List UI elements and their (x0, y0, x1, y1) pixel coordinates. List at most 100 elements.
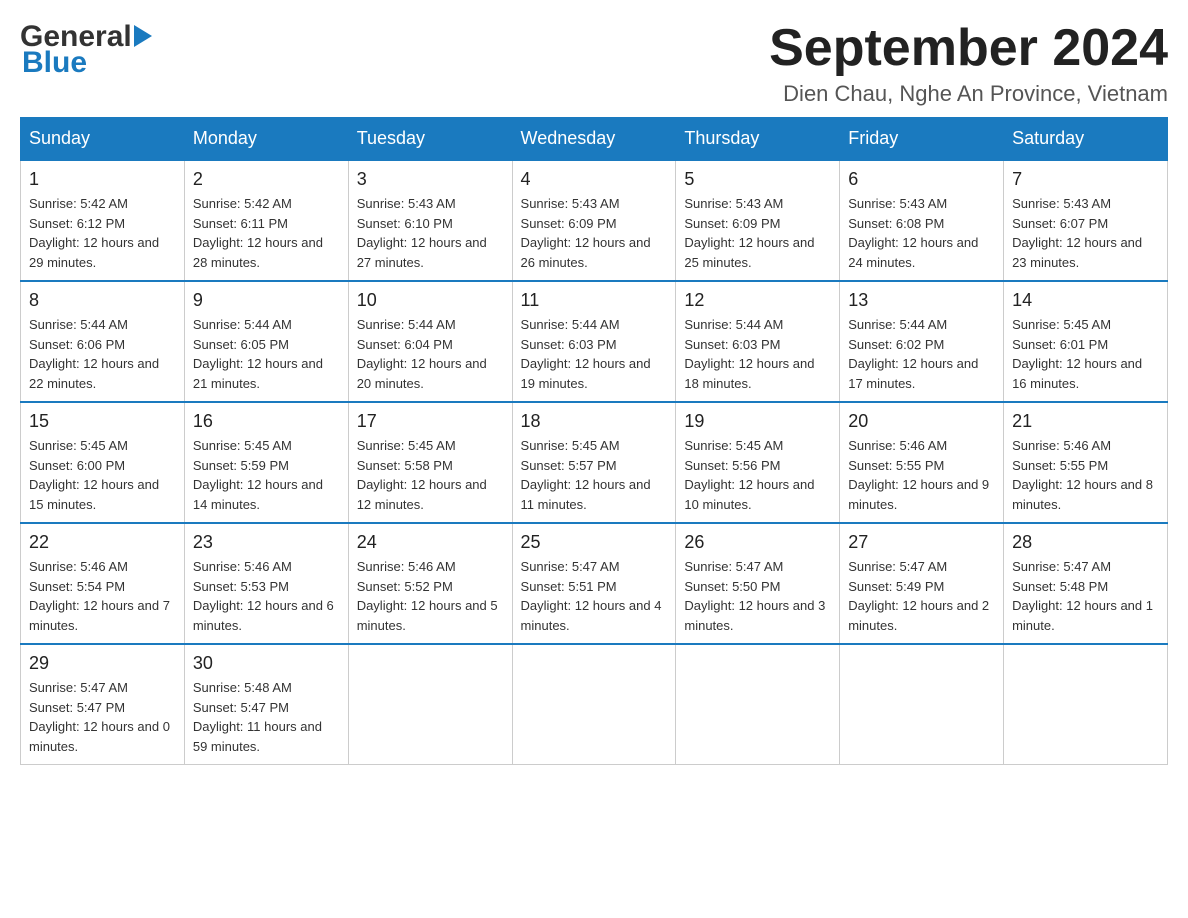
table-row: 15Sunrise: 5:45 AMSunset: 6:00 PMDayligh… (21, 402, 185, 523)
day-number: 2 (193, 169, 340, 190)
day-info: Sunrise: 5:43 AMSunset: 6:10 PMDaylight:… (357, 194, 504, 272)
day-info: Sunrise: 5:45 AMSunset: 5:58 PMDaylight:… (357, 436, 504, 514)
table-row (348, 644, 512, 765)
table-row: 19 Sunrise: 5:45 AMSunset: 5:56 PMDayligh… (676, 402, 840, 523)
day-number: 17 (357, 411, 504, 432)
day-number: 8 (29, 290, 176, 311)
day-number: 24 (357, 532, 504, 553)
day-info: Sunrise: 5:46 AMSunset: 5:52 PMDaylight:… (357, 557, 504, 635)
day-info: Sunrise: 5:46 AMSunset: 5:55 PMDaylight:… (848, 436, 995, 514)
table-row: 4 Sunrise: 5:43 AMSunset: 6:09 PMDaylight… (512, 160, 676, 281)
location-subtitle: Dien Chau, Nghe An Province, Vietnam (769, 81, 1168, 107)
day-info: Sunrise: 5:43 AMSunset: 6:09 PMDaylight:… (684, 194, 831, 272)
day-info: Sunrise: 5:44 AMSunset: 6:03 PMDaylight:… (684, 315, 831, 393)
calendar-week-row: 8 Sunrise: 5:44 AMSunset: 6:06 PMDaylight… (21, 281, 1168, 402)
day-info: Sunrise: 5:44 AMSunset: 6:02 PMDaylight:… (848, 315, 995, 393)
table-row: 21 Sunrise: 5:46 AMSunset: 5:55 PMDayligh… (1004, 402, 1168, 523)
table-row: 1 Sunrise: 5:42 AMSunset: 6:12 PMDaylight… (21, 160, 185, 281)
table-row (676, 644, 840, 765)
day-number: 12 (684, 290, 831, 311)
day-info: Sunrise: 5:47 AMSunset: 5:49 PMDaylight:… (848, 557, 995, 635)
table-row: 24 Sunrise: 5:46 AMSunset: 5:52 PMDayligh… (348, 523, 512, 644)
col-tuesday: Tuesday (348, 118, 512, 161)
table-row: 3 Sunrise: 5:43 AMSunset: 6:10 PMDaylight… (348, 160, 512, 281)
day-number: 6 (848, 169, 995, 190)
day-info: Sunrise: 5:46 AMSunset: 5:54 PMDaylight:… (29, 557, 176, 635)
table-row: 12 Sunrise: 5:44 AMSunset: 6:03 PMDayligh… (676, 281, 840, 402)
day-info: Sunrise: 5:45 AMSunset: 5:57 PMDaylight:… (521, 436, 668, 514)
day-info: Sunrise: 5:44 AMSunset: 6:05 PMDaylight:… (193, 315, 340, 393)
day-number: 29 (29, 653, 176, 674)
calendar-week-row: 1 Sunrise: 5:42 AMSunset: 6:12 PMDaylight… (21, 160, 1168, 281)
day-number: 16 (193, 411, 340, 432)
day-info: Sunrise: 5:42 AMSunset: 6:11 PMDaylight:… (193, 194, 340, 272)
col-sunday: Sunday (21, 118, 185, 161)
table-row: 26Sunrise: 5:47 AMSunset: 5:50 PMDayligh… (676, 523, 840, 644)
table-row: 17 Sunrise: 5:45 AMSunset: 5:58 PMDayligh… (348, 402, 512, 523)
table-row: 8 Sunrise: 5:44 AMSunset: 6:06 PMDaylight… (21, 281, 185, 402)
day-number: 13 (848, 290, 995, 311)
day-number: 23 (193, 532, 340, 553)
day-number: 14 (1012, 290, 1159, 311)
day-number: 9 (193, 290, 340, 311)
page-header: General Blue September 2024 Dien Chau, N… (20, 20, 1168, 107)
table-row: 29 Sunrise: 5:47 AMSunset: 5:47 PMDayligh… (21, 644, 185, 765)
day-info: Sunrise: 5:43 AMSunset: 6:07 PMDaylight:… (1012, 194, 1159, 272)
table-row: 27 Sunrise: 5:47 AMSunset: 5:49 PMDayligh… (840, 523, 1004, 644)
day-info: Sunrise: 5:42 AMSunset: 6:12 PMDaylight:… (29, 194, 176, 272)
day-info: Sunrise: 5:47 AMSunset: 5:47 PMDaylight:… (29, 678, 176, 756)
day-info: Sunrise: 5:45 AMSunset: 6:01 PMDaylight:… (1012, 315, 1159, 393)
logo-arrow-icon (134, 25, 152, 52)
day-number: 3 (357, 169, 504, 190)
day-number: 4 (521, 169, 668, 190)
calendar-week-row: 29 Sunrise: 5:47 AMSunset: 5:47 PMDayligh… (21, 644, 1168, 765)
calendar-week-row: 22Sunrise: 5:46 AMSunset: 5:54 PMDayligh… (21, 523, 1168, 644)
table-row: 30 Sunrise: 5:48 AMSunset: 5:47 PMDayligh… (184, 644, 348, 765)
table-row: 2 Sunrise: 5:42 AMSunset: 6:11 PMDaylight… (184, 160, 348, 281)
day-info: Sunrise: 5:43 AMSunset: 6:09 PMDaylight:… (521, 194, 668, 272)
table-row (840, 644, 1004, 765)
day-info: Sunrise: 5:45 AMSunset: 6:00 PMDaylight:… (29, 436, 176, 514)
day-info: Sunrise: 5:44 AMSunset: 6:04 PMDaylight:… (357, 315, 504, 393)
table-row: 5 Sunrise: 5:43 AMSunset: 6:09 PMDaylight… (676, 160, 840, 281)
day-number: 28 (1012, 532, 1159, 553)
table-row: 25 Sunrise: 5:47 AMSunset: 5:51 PMDayligh… (512, 523, 676, 644)
day-number: 5 (684, 169, 831, 190)
day-number: 27 (848, 532, 995, 553)
day-number: 30 (193, 653, 340, 674)
day-info: Sunrise: 5:47 AMSunset: 5:50 PMDaylight:… (684, 557, 831, 635)
table-row: 10 Sunrise: 5:44 AMSunset: 6:04 PMDayligh… (348, 281, 512, 402)
col-thursday: Thursday (676, 118, 840, 161)
day-number: 21 (1012, 411, 1159, 432)
table-row: 16 Sunrise: 5:45 AMSunset: 5:59 PMDayligh… (184, 402, 348, 523)
day-number: 1 (29, 169, 176, 190)
day-number: 25 (521, 532, 668, 553)
day-info: Sunrise: 5:45 AMSunset: 5:56 PMDaylight:… (684, 436, 831, 514)
day-number: 11 (521, 290, 668, 311)
table-row (1004, 644, 1168, 765)
day-number: 10 (357, 290, 504, 311)
col-monday: Monday (184, 118, 348, 161)
day-info: Sunrise: 5:48 AMSunset: 5:47 PMDaylight:… (193, 678, 340, 756)
col-wednesday: Wednesday (512, 118, 676, 161)
day-info: Sunrise: 5:44 AMSunset: 6:06 PMDaylight:… (29, 315, 176, 393)
day-info: Sunrise: 5:43 AMSunset: 6:08 PMDaylight:… (848, 194, 995, 272)
calendar-week-row: 15Sunrise: 5:45 AMSunset: 6:00 PMDayligh… (21, 402, 1168, 523)
month-title: September 2024 (769, 20, 1168, 77)
table-row: 20 Sunrise: 5:46 AMSunset: 5:55 PMDayligh… (840, 402, 1004, 523)
col-saturday: Saturday (1004, 118, 1168, 161)
day-number: 7 (1012, 169, 1159, 190)
logo: General Blue (20, 20, 152, 80)
table-row: 18 Sunrise: 5:45 AMSunset: 5:57 PMDayligh… (512, 402, 676, 523)
day-info: Sunrise: 5:46 AMSunset: 5:55 PMDaylight:… (1012, 436, 1159, 514)
day-number: 20 (848, 411, 995, 432)
table-row: 23Sunrise: 5:46 AMSunset: 5:53 PMDayligh… (184, 523, 348, 644)
day-number: 19 (684, 411, 831, 432)
col-friday: Friday (840, 118, 1004, 161)
table-row: 22Sunrise: 5:46 AMSunset: 5:54 PMDayligh… (21, 523, 185, 644)
day-info: Sunrise: 5:47 AMSunset: 5:51 PMDaylight:… (521, 557, 668, 635)
day-info: Sunrise: 5:45 AMSunset: 5:59 PMDaylight:… (193, 436, 340, 514)
table-row: 9 Sunrise: 5:44 AMSunset: 6:05 PMDaylight… (184, 281, 348, 402)
day-number: 18 (521, 411, 668, 432)
table-row (512, 644, 676, 765)
